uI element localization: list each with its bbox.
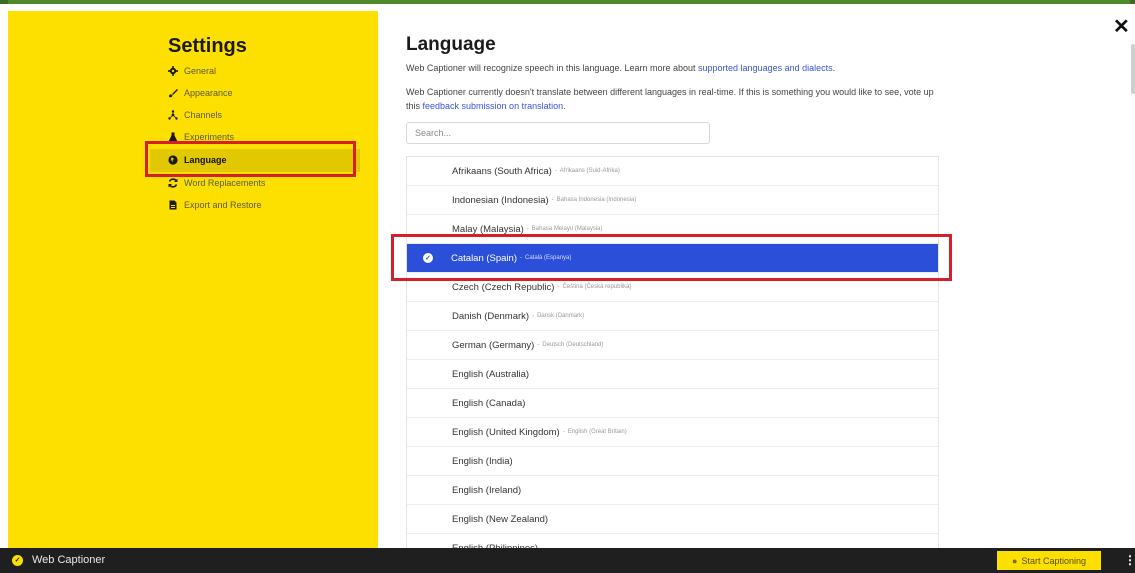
translation-description: Web Captioner currently doesn't translat… — [406, 87, 934, 111]
language-search-input[interactable] — [406, 122, 710, 144]
language-option[interactable]: ✓English (Ireland) — [407, 476, 938, 505]
separator: - — [554, 168, 557, 174]
language-name: English (Canada) — [452, 397, 526, 409]
separator: - — [537, 342, 540, 348]
language-option[interactable]: ✓Danish (Denmark)-Dansk (Danmark) — [407, 302, 938, 331]
separator: - — [557, 284, 560, 290]
language-name: English (New Zealand) — [452, 513, 549, 525]
language-option[interactable]: ✓English (India) — [407, 447, 938, 476]
separator: - — [526, 226, 529, 232]
language-description: Web Captioner will recognize speech in t… — [406, 63, 836, 73]
gear-icon — [168, 66, 178, 76]
language-list: ✓Afrikaans (South Africa)-Afrikaans (Sui… — [406, 156, 939, 548]
nav-label: Export and Restore — [184, 200, 262, 210]
language-name: English (Ireland) — [452, 484, 522, 496]
language-option[interactable]: ✓Indonesian (Indonesia)-Bahasa Indonesia… — [407, 186, 938, 215]
nav-label: General — [184, 66, 217, 76]
close-icon[interactable]: ✕ — [1113, 14, 1130, 39]
language-option[interactable]: ✓Afrikaans (South Africa)-Afrikaans (Sui… — [407, 157, 938, 186]
language-name: Danish (Denmark) — [452, 310, 530, 322]
language-option[interactable]: ✓English (Australia) — [407, 360, 938, 389]
separator: - — [562, 429, 565, 435]
language-native-name: Deutsch (Deutschland) — [542, 342, 604, 348]
language-name: English (Australia) — [452, 368, 530, 380]
brand[interactable]: ✓ Web Captioner — [12, 554, 105, 566]
language-name: Czech (Czech Republic) — [452, 281, 555, 293]
language-name: Afrikaans (South Africa) — [452, 165, 552, 177]
separator: - — [532, 313, 535, 319]
language-native-name: Čeština (Česká republika) — [562, 284, 632, 290]
settings-sidebar: Settings General Appearance Channels Exp… — [8, 11, 378, 548]
nav-item-channels[interactable]: Channels — [168, 106, 222, 124]
app-name: Web Captioner — [32, 554, 106, 566]
brush-icon — [168, 88, 178, 98]
channels-icon — [168, 110, 178, 120]
language-name: English (India) — [452, 455, 513, 467]
file-icon — [168, 200, 178, 210]
nav-label: Word Replacements — [184, 178, 266, 188]
refresh-icon — [168, 178, 178, 188]
settings-title: Settings — [168, 35, 247, 57]
separator: - — [551, 197, 554, 203]
language-option[interactable]: ✓English (Philippines) — [407, 534, 938, 549]
top-border — [0, 0, 1135, 4]
nav-label: Channels — [184, 110, 223, 120]
page-title: Language — [406, 34, 496, 55]
feedback-link[interactable]: feedback submission on translation — [423, 101, 564, 111]
language-option[interactable]: ✓English (United Kingdom)-English (Great… — [407, 418, 938, 447]
language-option[interactable]: ✓English (New Zealand) — [407, 505, 938, 534]
microphone-icon: ● — [1012, 555, 1018, 566]
scrollbar-thumb[interactable] — [1131, 44, 1135, 94]
start-captioning-label: Start Captioning — [1021, 555, 1086, 566]
language-native-name: Afrikaans (Suid-Afrika) — [559, 168, 620, 174]
more-options-icon[interactable]: ⋮ — [1124, 553, 1135, 567]
language-native-name: Bahasa Melayu (Malaysia) — [531, 226, 603, 232]
nav-item-general[interactable]: General — [168, 62, 216, 80]
language-option[interactable]: ✓English (Canada) — [407, 389, 938, 418]
language-native-name: Bahasa Indonesia (Indonesia) — [556, 197, 637, 203]
supported-languages-link[interactable]: supported languages and dialects — [698, 63, 833, 73]
language-name: Malay (Malaysia) — [452, 223, 524, 235]
nav-item-export-restore[interactable]: Export and Restore — [168, 196, 262, 214]
start-captioning-button[interactable]: ● Start Captioning — [997, 551, 1101, 570]
language-name: German (Germany) — [452, 339, 535, 351]
language-native-name: English (Great Britain) — [567, 429, 627, 435]
language-native-name: Dansk (Danmark) — [537, 313, 585, 319]
nav-item-appearance[interactable]: Appearance — [168, 84, 233, 102]
annotation-highlight-selected-language — [391, 234, 952, 281]
language-option[interactable]: ✓German (Germany)-Deutsch (Deutschland) — [407, 331, 938, 360]
nav-label: Appearance — [184, 88, 233, 98]
bottom-bar: ✓ Web Captioner ● Start Captioning ⋮ — [0, 548, 1135, 573]
language-name: English (United Kingdom) — [452, 426, 560, 438]
language-name: Indonesian (Indonesia) — [452, 194, 549, 206]
annotation-highlight-language-nav — [145, 141, 356, 177]
web-captioner-logo-icon: ✓ — [12, 554, 23, 566]
